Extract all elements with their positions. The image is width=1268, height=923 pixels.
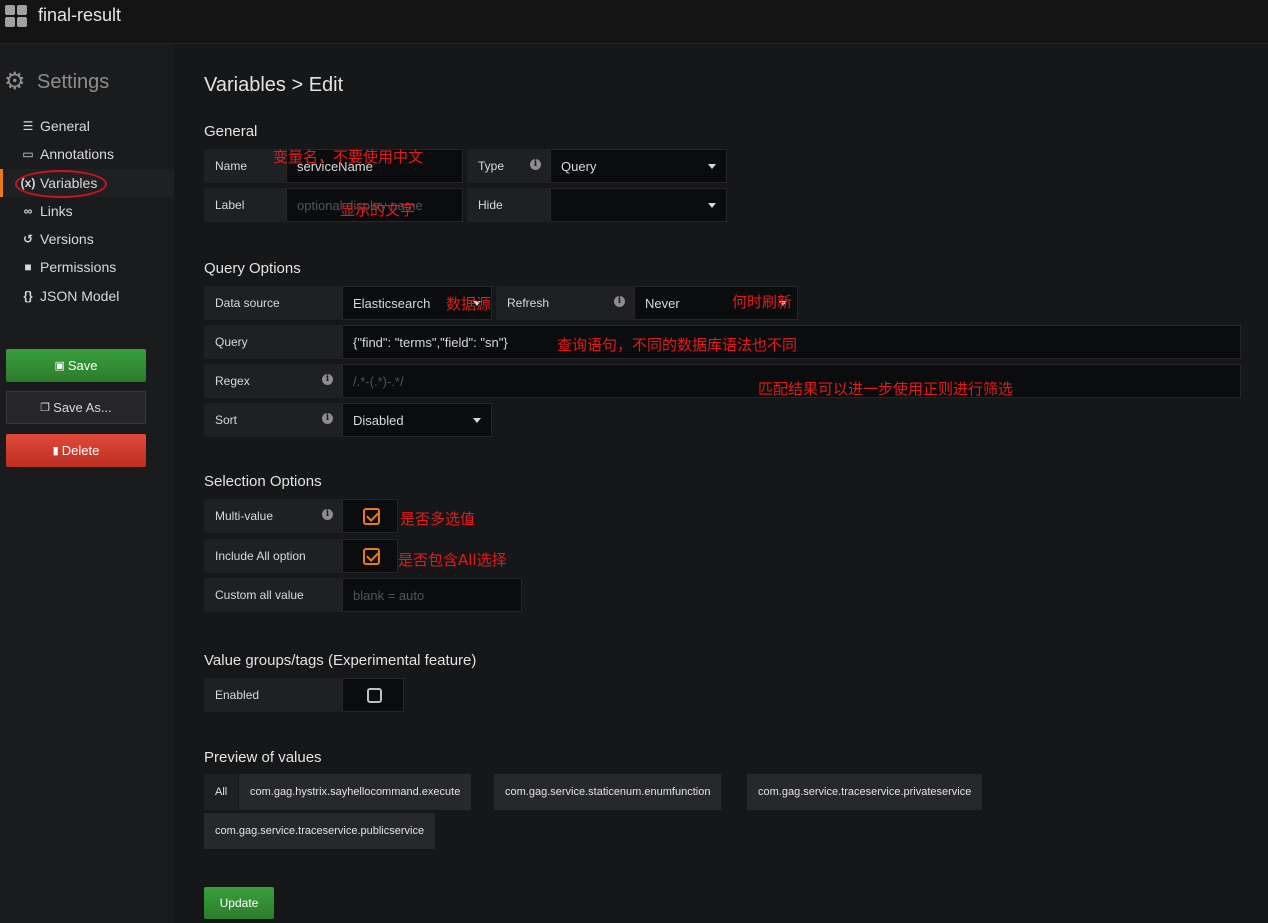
- sidebar-item-annotations[interactable]: ▭ Annotations: [0, 140, 174, 168]
- save-as-button[interactable]: ❐ Save As...: [6, 391, 146, 424]
- sidebar-item-versions[interactable]: ↺ Versions: [0, 225, 174, 253]
- info-icon[interactable]: i: [322, 413, 333, 424]
- sidebar-item-label: Permissions: [40, 259, 117, 275]
- annotation-circle: [15, 170, 107, 198]
- annotation-multi-note: 是否多选值: [400, 510, 476, 528]
- enabled-checkbox[interactable]: [342, 678, 404, 712]
- dashboard-grid-icon[interactable]: [5, 5, 27, 27]
- sort-label-text: Sort: [215, 413, 238, 427]
- annotation-query-note: 查询语句，不同的数据库语法也不同: [557, 336, 798, 354]
- preview-value: com.gag.service.staticenum.enumfunction: [494, 774, 722, 810]
- preview-value: com.gag.hystrix.sayhellocommand.execute: [239, 774, 472, 810]
- type-label: Type i: [467, 149, 550, 183]
- annotation-regex-note: 匹配结果可以进一步使用正则进行筛选: [758, 380, 1014, 398]
- update-button[interactable]: Update: [204, 887, 274, 919]
- include-all-checkbox[interactable]: [342, 539, 398, 573]
- hide-label: Hide: [467, 188, 550, 222]
- include-all-label: Include All option: [204, 539, 342, 573]
- gear-icon: ⚙: [4, 68, 26, 95]
- hide-select[interactable]: [550, 188, 727, 222]
- refresh-select-value: Never: [645, 295, 680, 311]
- regex-label: Regex i: [204, 364, 342, 398]
- annotation-include-all-note: 是否包含All选择: [398, 551, 507, 569]
- checkmark-icon: [363, 548, 380, 565]
- multi-value-label-text: Multi-value: [215, 509, 274, 523]
- info-icon[interactable]: i: [530, 159, 541, 170]
- sidebar-item-label: Annotations: [40, 146, 114, 162]
- info-icon[interactable]: i: [322, 374, 333, 385]
- sidebar-item-label: Versions: [40, 231, 94, 247]
- info-icon[interactable]: i: [614, 296, 625, 307]
- query-label: Query: [204, 325, 342, 359]
- settings-heading-label: Settings: [37, 70, 110, 93]
- custom-all-label: Custom all value: [204, 578, 342, 612]
- section-selection-options-title: Selection Options: [204, 473, 322, 490]
- preview-value: com.gag.service.traceservice.privateserv…: [747, 774, 983, 810]
- sort-select-value: Disabled: [353, 412, 404, 428]
- sidebar-item-permissions[interactable]: ■ Permissions: [0, 253, 174, 281]
- caret-down-icon: [473, 418, 481, 423]
- sidebar-item-label: General: [40, 118, 90, 134]
- settings-heading: ⚙ Settings: [4, 70, 109, 94]
- refresh-label-text: Refresh: [507, 296, 550, 310]
- link-icon: ∞: [23, 204, 33, 218]
- caret-down-icon: [708, 203, 716, 208]
- preview-value: All: [204, 774, 239, 810]
- enabled-label: Enabled: [204, 678, 342, 712]
- braces-icon: {}: [23, 289, 33, 303]
- save-button-label: Save: [67, 358, 98, 373]
- info-icon[interactable]: i: [322, 509, 333, 520]
- regex-label-text: Regex: [215, 374, 250, 388]
- type-label-text: Type: [478, 159, 505, 173]
- preview-value: com.gag.service.traceservice.publicservi…: [204, 813, 436, 849]
- page-title: Variables > Edit: [204, 74, 344, 96]
- lock-icon: ■: [24, 260, 32, 274]
- checkmark-icon: [363, 508, 380, 525]
- datasource-label: Data source: [204, 286, 342, 320]
- multi-value-label: Multi-value i: [204, 499, 342, 533]
- sidebar-item-general[interactable]: ☰ General: [0, 112, 174, 140]
- dashboard-title[interactable]: final-result: [38, 5, 121, 26]
- annotation-refresh-note: 何时刷新: [732, 293, 793, 311]
- copy-icon: ❐: [40, 402, 51, 414]
- save-as-button-label: Save As...: [53, 400, 112, 415]
- comment-icon: ▭: [22, 147, 34, 161]
- delete-button[interactable]: ▮ Delete: [6, 434, 146, 467]
- label-label: Label: [204, 188, 286, 222]
- floppy-icon: ▣: [54, 360, 65, 372]
- sort-label: Sort i: [204, 403, 342, 437]
- refresh-label: Refresh i: [496, 286, 634, 320]
- custom-all-input[interactable]: blank = auto: [342, 578, 522, 612]
- section-preview-title: Preview of values: [204, 749, 322, 766]
- top-bar: final-result: [0, 0, 1268, 44]
- multi-value-checkbox[interactable]: [342, 499, 398, 533]
- sidebar-item-json-model[interactable]: {} JSON Model: [0, 282, 174, 310]
- history-icon: ↺: [22, 232, 34, 246]
- sidebar-item-links[interactable]: ∞ Links: [0, 197, 174, 225]
- settings-sidebar: ⚙ Settings ☰ General ▭ Annotations (x) V…: [0, 44, 174, 923]
- annotation-label-note: 显示的文字: [340, 201, 416, 219]
- annotation-name-note: 变量名，不要使用中文: [273, 148, 424, 166]
- section-general-title: General: [204, 123, 258, 140]
- main-content: Variables > Edit General Name serviceNam…: [174, 44, 1268, 923]
- checkbox-empty-icon: [367, 688, 382, 703]
- section-query-options-title: Query Options: [204, 260, 301, 277]
- datasource-select-value: Elasticsearch: [353, 295, 431, 311]
- sidebar-item-label: JSON Model: [40, 288, 120, 304]
- sort-select[interactable]: Disabled: [342, 403, 492, 437]
- sidebar-item-label: Links: [40, 203, 73, 219]
- delete-button-label: Delete: [61, 443, 100, 458]
- sliders-icon: ☰: [22, 119, 34, 133]
- caret-down-icon: [708, 164, 716, 169]
- trash-icon: ▮: [52, 445, 59, 457]
- type-select[interactable]: Query: [550, 149, 727, 183]
- type-select-value: Query: [561, 158, 597, 174]
- save-button[interactable]: ▣ Save: [6, 349, 146, 382]
- section-value-groups-title: Value groups/tags (Experimental feature): [204, 652, 477, 669]
- annotation-datasource-note: 数据源: [446, 295, 492, 313]
